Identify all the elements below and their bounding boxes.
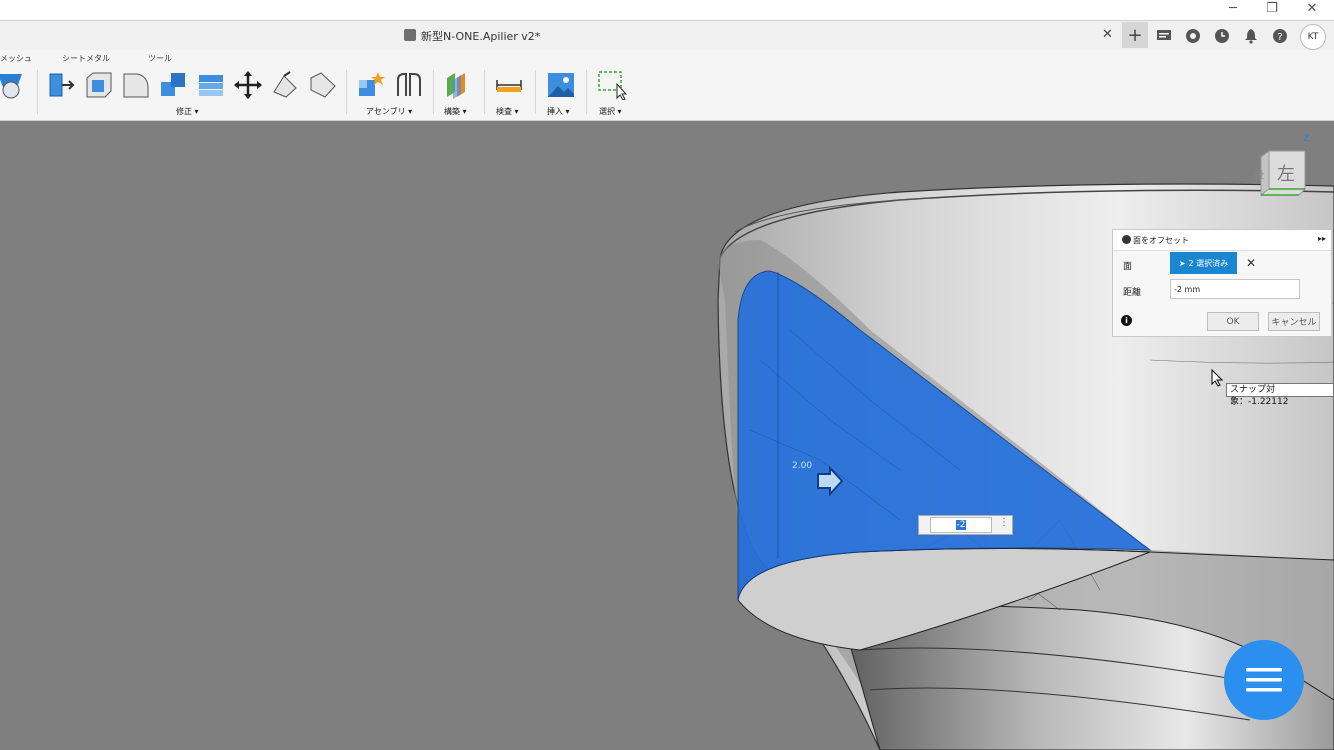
snap-tooltip: スナップ対象：-1.22112 [1226,383,1334,407]
insert-image-icon[interactable] [546,70,576,100]
3d-viewport[interactable]: 2.00 [0,121,1334,750]
construct-menu[interactable]: 構築 ▾ [444,106,467,117]
job-status-icon[interactable] [1209,24,1235,48]
ok-button[interactable]: OK [1207,312,1259,331]
manipulator-distance-label: 2.00 [792,461,813,471]
viewcube-left-face-label[interactable]: 左 [1277,160,1295,186]
select-menu[interactable]: 選択 ▾ [599,106,622,117]
assemble-menu[interactable]: アセンブリ ▾ [366,106,412,117]
combine-icon[interactable] [196,70,226,100]
modify-menu[interactable]: 修正 ▾ [176,106,199,117]
category-sheet-metal[interactable]: シートメタル [62,53,110,64]
comment-icon[interactable] [1151,24,1177,48]
clear-selection-icon[interactable]: ✕ [1246,256,1256,270]
hamburger-icon [1246,668,1282,692]
selection-count: 2 選択済み [1188,258,1229,268]
distance-input[interactable]: -2 mm [1170,279,1300,299]
face-selection-button[interactable]: ➤ 2 選択済み [1170,252,1237,274]
press-pull-icon[interactable] [46,70,76,100]
fillet-icon[interactable] [84,70,114,100]
new-component-icon[interactable] [356,70,386,100]
cancel-button[interactable]: キャンセル [1268,312,1320,331]
info-icon[interactable]: i [1121,315,1132,326]
ribbon-divider [535,70,536,114]
scale-icon[interactable] [270,70,300,100]
insert-menu[interactable]: 挿入 ▾ [547,106,570,117]
measure-icon[interactable] [494,70,524,100]
mouse-cursor-icon [1211,368,1224,391]
mesh-tool-icon[interactable] [0,70,26,100]
ribbon-divider [37,70,38,114]
document-icon [404,29,416,41]
select-window-icon[interactable] [597,70,628,101]
document-title: 新型N-ONE.Apilier v2* [421,30,541,43]
distance-label: 距離 [1123,288,1142,298]
minimize-button[interactable]: ─ [1221,1,1245,16]
extensions-icon[interactable] [1180,24,1206,48]
inline-distance-value: -2 [955,520,967,530]
new-tab-button[interactable]: + [1122,22,1148,48]
ribbon-divider [586,70,587,114]
offset-face-dialog: 面をオフセット ▸▸ 面 ➤ 2 選択済み ✕ 距離 -2 mm i OK キャ… [1112,229,1332,337]
inline-distance-input[interactable]: -2 [930,517,992,533]
inline-more-icon[interactable]: ⋮ [999,517,1009,528]
move-copy-icon[interactable] [233,70,263,100]
shell-icon[interactable] [158,70,188,100]
svg-text:?: ? [1277,32,1282,43]
user-avatar[interactable]: KT [1300,24,1326,50]
viewcube-back-face-label[interactable]: 後 [1254,166,1264,181]
dialog-title: 面をオフセット [1133,236,1189,245]
restore-button[interactable]: ❐ [1260,1,1284,16]
chamfer-icon[interactable] [121,70,151,100]
inline-distance-box[interactable]: -2 ⋮ [918,515,1013,535]
window-titlebar [0,0,1334,20]
notification-bell-icon[interactable] [1238,24,1264,48]
dialog-collapse-icon[interactable] [1122,235,1131,244]
offset-plane-icon[interactable] [443,70,473,100]
cursor-arrow-icon: ➤ [1178,258,1186,268]
help-icon[interactable]: ? [1267,24,1293,48]
menu-fab-button[interactable] [1224,640,1304,720]
ribbon-divider [484,70,485,114]
face-label: 面 [1123,262,1133,272]
close-window-button[interactable]: ✕ [1300,1,1324,16]
viewcube-z-axis-label: Z [1303,134,1310,144]
inspect-menu[interactable]: 検査 ▾ [496,106,519,117]
dialog-expand-icon[interactable]: ▸▸ [1318,234,1326,243]
ribbon-divider [433,70,434,114]
category-tools[interactable]: ツール [148,53,172,64]
close-tab-icon[interactable]: ✕ [1102,27,1113,42]
split-face-icon[interactable] [308,70,338,100]
ribbon-divider [346,70,347,114]
category-mesh[interactable]: メッシュ [0,53,32,64]
joint-icon[interactable] [394,70,424,100]
